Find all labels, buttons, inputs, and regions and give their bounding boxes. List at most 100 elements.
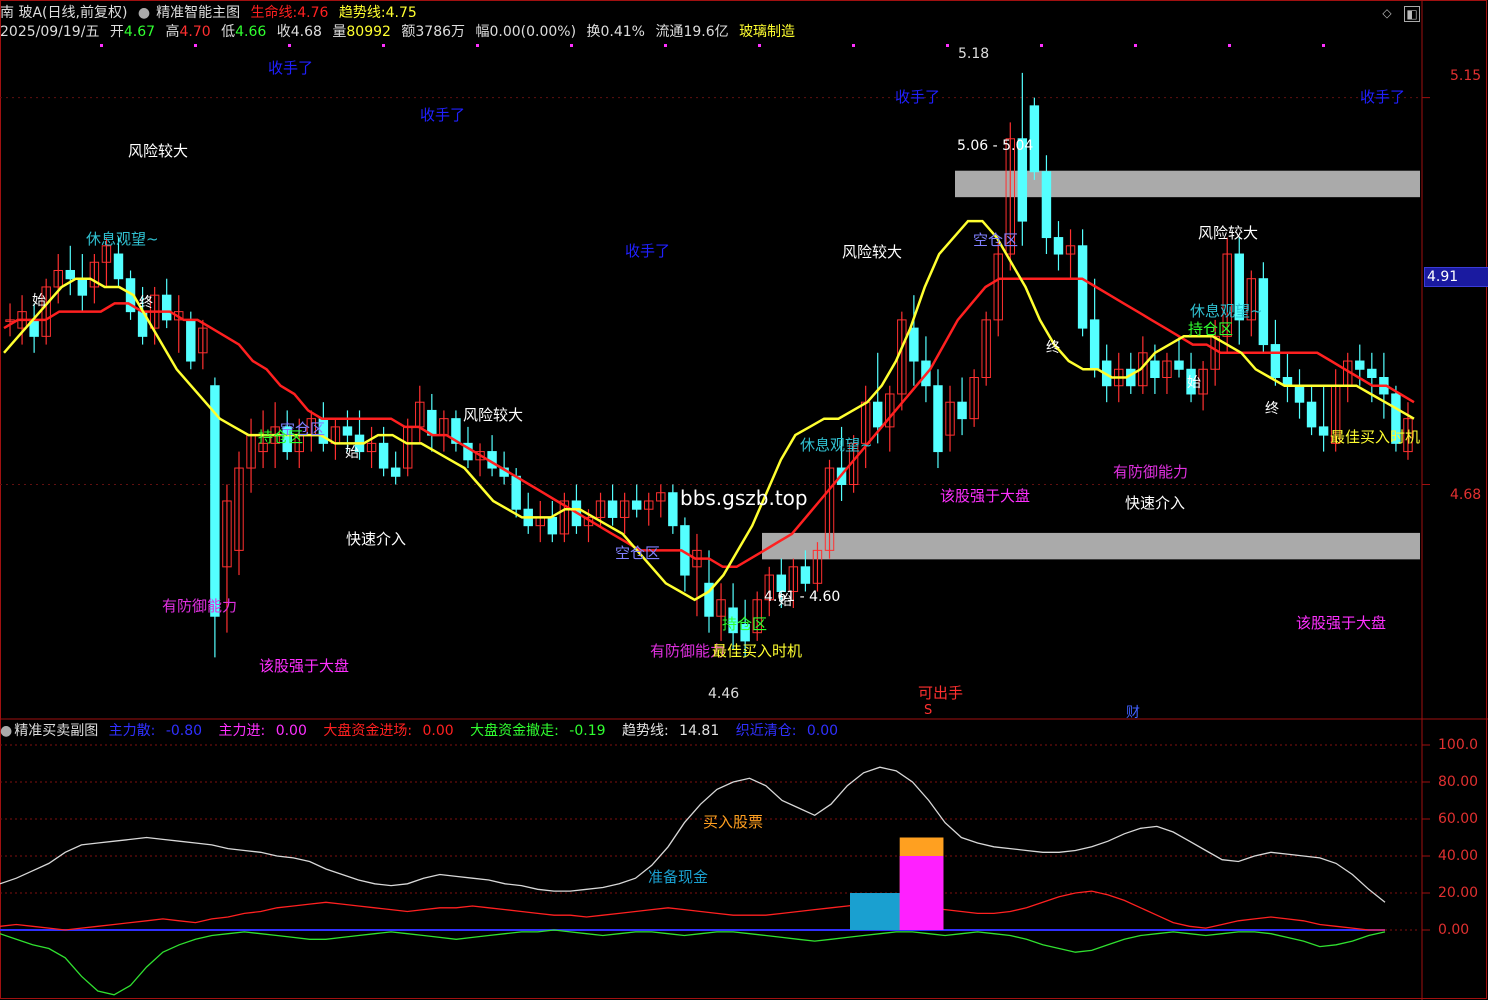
end-marker: 终: [1265, 401, 1279, 417]
annotation-rest: 休息观望~: [800, 436, 873, 454]
annotation-exit: 收手了: [895, 88, 941, 106]
candle-body: [1041, 171, 1052, 239]
price-tick-high: 5.15: [1450, 68, 1482, 84]
candle-body: [210, 385, 220, 617]
sub-item-4: 趋势线: 14.81: [621, 723, 720, 739]
annotation-exit: 收手了: [1360, 88, 1406, 106]
candle-body: [1150, 360, 1160, 379]
sub-tick-80: 80.00: [1438, 774, 1479, 790]
candle-body: [390, 467, 401, 477]
annotation-risk: 风险较大: [463, 406, 524, 424]
top-signal-dot: [852, 44, 855, 47]
candle-body: [1294, 385, 1305, 403]
sub-tick-0: 0.00: [1438, 922, 1470, 938]
annotation-empty-zone: 空仓区: [615, 544, 661, 562]
annotation-defense: 有防御能力: [162, 597, 238, 615]
top-signal-dot: [100, 44, 103, 47]
annotation-exit: 收手了: [625, 242, 671, 260]
sub-inflow-series: [0, 890, 1385, 931]
sub-item-5: 织近清仓: 0.00: [735, 723, 839, 739]
annotation-exit: 收手了: [268, 59, 314, 77]
annotation-stronger: 该股强于大盘: [940, 487, 1031, 505]
candle-body: [342, 426, 353, 436]
annotation-hold-zone: 持仓区: [722, 615, 768, 633]
candle-body: [957, 401, 967, 420]
start-marker: 始: [1187, 375, 1201, 391]
candle-body: [1174, 360, 1184, 370]
candle-body: [1318, 426, 1329, 436]
candle-body: [800, 566, 811, 584]
candle-body: [631, 500, 642, 510]
candle-body: [1053, 237, 1064, 255]
candle-body: [427, 409, 437, 436]
sub-indicator-name[interactable]: 精准买卖副图: [14, 723, 98, 739]
candle-body: [933, 385, 943, 453]
sub-header: ● 精准买卖副图 主力散: -0.80 主力进: 0.00 大盘资金进场: 0.0…: [0, 722, 850, 740]
site-watermark: bbs.gszb.top: [680, 486, 808, 510]
candle-body: [186, 319, 196, 362]
annotation-risk: 风险较大: [1198, 224, 1259, 242]
s-marker: S: [924, 703, 933, 718]
annotation-stronger: 该股强于大盘: [1296, 614, 1387, 632]
sub-signal-bar: [899, 856, 944, 930]
sub-item-2: 大盘资金进场: 0.00: [323, 723, 454, 739]
sub-toggle-icon[interactable]: ●: [0, 723, 12, 739]
top-signal-dot: [1322, 44, 1325, 47]
price-zone-band: [762, 532, 1420, 560]
sub-tick-20: 20.00: [1438, 885, 1479, 901]
sub-tick-100: 100.0: [1438, 737, 1479, 753]
price-tick-low: 4.68: [1450, 487, 1482, 503]
top-signal-dot: [1134, 44, 1137, 47]
annotation-quick-enter: 快速介入: [346, 530, 407, 548]
sub-signal-bar: [850, 893, 904, 930]
low-price-mark: 4.46: [708, 686, 740, 702]
candle-body: [1355, 360, 1365, 370]
annotation-empty-zone: 空仓区: [973, 231, 1019, 249]
candle-body: [1306, 401, 1317, 428]
top-signal-dot: [382, 44, 385, 47]
sub-item-3: 大盘资金撤走: -0.19: [470, 723, 606, 739]
current-price-tag: 4.91: [1424, 267, 1488, 287]
candle-body: [378, 442, 389, 469]
candle-body: [1089, 319, 1100, 370]
candle-body: [547, 516, 558, 535]
candle-body: [607, 500, 618, 518]
cai-marker: 财: [1126, 705, 1140, 721]
zone-bottom-range: 4.61 - 4.60: [764, 589, 841, 605]
annotation-risk: 风险较大: [842, 243, 903, 261]
buy-stock-label: 买入股票: [703, 813, 764, 831]
candle-body: [511, 475, 521, 510]
candle-body: [77, 278, 88, 296]
candle-body: [873, 401, 883, 428]
zone-top-range: 5.06 - 5.04: [957, 138, 1034, 154]
annotation-hold-zone: 持仓区: [258, 428, 304, 446]
candle-body: [161, 294, 172, 321]
annotation-defense: 有防御能力: [1113, 463, 1189, 481]
start-marker: 始: [32, 293, 46, 309]
high-price-mark: 5.18: [958, 46, 990, 62]
prepare-cash-label: 准备现金: [648, 868, 709, 886]
end-marker: 终: [139, 295, 153, 311]
top-signal-dot: [758, 44, 761, 47]
sub-item-1: 主力进: 0.00: [218, 723, 307, 739]
top-signal-dot: [476, 44, 479, 47]
candle-body: [1270, 344, 1281, 379]
sub-outflow-series: [0, 929, 1386, 996]
top-signal-dot: [194, 44, 197, 47]
annotation-risk: 风险较大: [128, 142, 189, 160]
stock-chart-window: 南 玻A(日线,前复权) ● 精准智能主图 生命线:4.76 趋势线:4.75 ◇…: [0, 0, 1488, 1000]
candle-body: [113, 253, 124, 280]
annotation-can-exit: 可出手: [918, 684, 964, 702]
end-marker: 终: [1046, 340, 1060, 356]
candle-body: [65, 269, 75, 280]
top-signal-dot: [288, 44, 291, 47]
annotation-exit: 收手了: [420, 106, 466, 124]
annotation-quick-enter: 快速介入: [1125, 494, 1186, 512]
sub-tick-60: 60.00: [1438, 811, 1479, 827]
top-signal-dot: [1040, 44, 1043, 47]
annotation-rest: 休息观望~: [86, 230, 159, 248]
top-signal-dot: [570, 44, 573, 47]
start-marker: 始: [345, 445, 359, 461]
sub-item-0: 主力散: -0.80: [108, 723, 203, 739]
annotation-hold-zone: 持仓区: [1188, 320, 1234, 338]
